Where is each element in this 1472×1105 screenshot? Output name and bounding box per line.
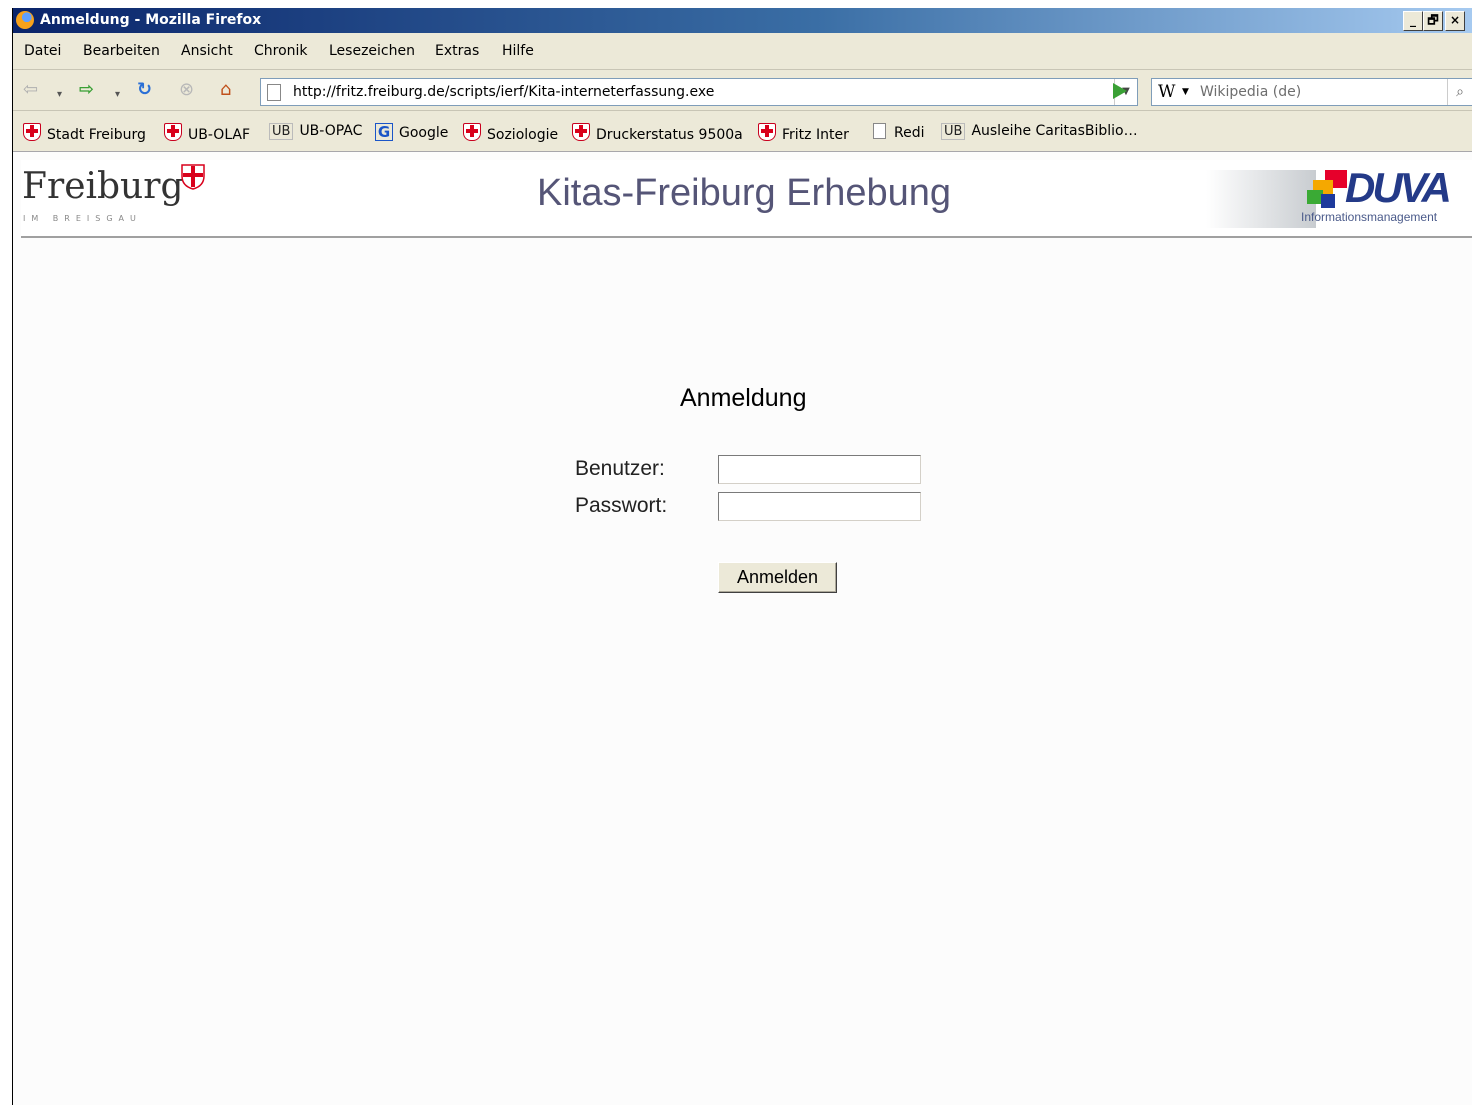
bookmark-redi[interactable]: Redi (873, 123, 925, 141)
minimize-button[interactable]: _ (1403, 11, 1423, 31)
search-box[interactable]: W ▼ Wikipedia (de) ⌕ (1151, 78, 1472, 106)
menu-lesezeichen[interactable]: Lesezeichen (329, 43, 415, 59)
page-content: Freiburg IM BREISGAU Kitas-Freiburg Erhe… (13, 152, 1472, 1105)
page-icon (267, 84, 281, 101)
login-heading: Anmeldung (680, 384, 807, 412)
menu-extras[interactable]: Extras (435, 43, 479, 59)
freiburg-cross-icon (164, 123, 182, 141)
url-text[interactable]: http://fritz.freiburg.de/scripts/ierf/Ki… (293, 84, 714, 100)
go-icon[interactable] (1113, 83, 1127, 99)
url-bar[interactable]: http://fritz.freiburg.de/scripts/ierf/Ki… (260, 78, 1138, 106)
menu-chronik[interactable]: Chronik (254, 43, 308, 59)
reload-icon[interactable]: ↻ (137, 81, 152, 99)
search-icon[interactable]: ⌕ (1447, 79, 1472, 105)
menu-bearbeiten[interactable]: Bearbeiten (83, 43, 160, 59)
firefox-icon (16, 11, 34, 29)
header-gradient (1206, 170, 1316, 228)
close-button[interactable]: × (1445, 11, 1465, 31)
menu-bar: Datei Bearbeiten Ansicht Chronik Lesezei… (13, 33, 1472, 70)
bookmark-google[interactable]: G Google (375, 123, 448, 141)
page-title: Kitas-Freiburg Erhebung (537, 172, 951, 214)
search-engine-dropdown-icon[interactable]: ▼ (1182, 87, 1189, 97)
menu-ansicht[interactable]: Ansicht (181, 43, 233, 59)
duva-logo-subtitle: Informationsmanagement (1301, 210, 1438, 224)
window-title: Anmeldung - Mozilla Firefox (40, 12, 262, 28)
ub-icon: UB (269, 123, 294, 140)
menu-hilfe[interactable]: Hilfe (502, 43, 534, 59)
duva-logo-text: DUVA (1345, 164, 1452, 211)
bookmark-soziologie[interactable]: Soziologie (463, 123, 558, 143)
freiburg-logo-subtitle: IM BREISGAU (23, 214, 142, 223)
navigation-toolbar: ⇦ ▾ ⇨ ▾ ↻ ⊗ ⌂ http://fritz.freiburg.de/s… (13, 70, 1472, 111)
page-icon (873, 123, 886, 139)
search-input[interactable]: Wikipedia (de) (1200, 84, 1301, 100)
bookmarks-toolbar: Stadt Freiburg UB-OLAF UB UB-OPAC G Google… (13, 111, 1472, 152)
title-bar: Anmeldung - Mozilla Firefox _ 🗗 × (13, 8, 1472, 33)
bookmark-stadt-freiburg[interactable]: Stadt Freiburg (23, 123, 146, 143)
freiburg-logo-text: Freiburg (22, 166, 184, 207)
google-icon: G (375, 123, 393, 141)
wikipedia-icon[interactable]: W (1158, 82, 1175, 102)
back-icon[interactable]: ⇦ (23, 81, 38, 99)
username-label: Benutzer: (575, 457, 665, 480)
username-input[interactable] (718, 455, 921, 484)
bookmark-ub-olaf[interactable]: UB-OLAF (164, 123, 250, 143)
freiburg-cross-icon (463, 123, 481, 141)
page-header: Freiburg IM BREISGAU Kitas-Freiburg Erhe… (21, 160, 1472, 238)
bookmark-fritz-inter[interactable]: Fritz Inter (758, 123, 849, 143)
back-dropdown-icon[interactable]: ▾ (57, 86, 62, 104)
freiburg-cross-icon (23, 123, 41, 141)
browser-window: Anmeldung - Mozilla Firefox _ 🗗 × Datei … (12, 8, 1472, 1105)
restore-button[interactable]: 🗗 (1423, 11, 1443, 31)
freiburg-cross-icon (758, 123, 776, 141)
password-input[interactable] (718, 492, 921, 521)
bookmark-ub-opac[interactable]: UB UB-OPAC (269, 123, 362, 140)
freiburg-shield-icon (181, 164, 205, 190)
forward-icon[interactable]: ⇨ (79, 81, 94, 99)
password-label: Passwort: (575, 494, 668, 517)
ub-icon: UB (941, 123, 966, 140)
home-icon[interactable]: ⌂ (220, 81, 231, 99)
bookmark-ausleihe-caritas[interactable]: UB Ausleihe CaritasBiblio… (941, 123, 1138, 140)
duva-logo: DUVA Informationsmanagement (1301, 164, 1472, 228)
forward-dropdown-icon[interactable]: ▾ (115, 86, 120, 104)
bookmark-druckerstatus[interactable]: Druckerstatus 9500a (572, 123, 743, 143)
freiburg-cross-icon (572, 123, 590, 141)
login-button[interactable]: Anmelden (718, 562, 837, 593)
menu-datei[interactable]: Datei (24, 43, 61, 59)
stop-icon[interactable]: ⊗ (179, 81, 194, 99)
